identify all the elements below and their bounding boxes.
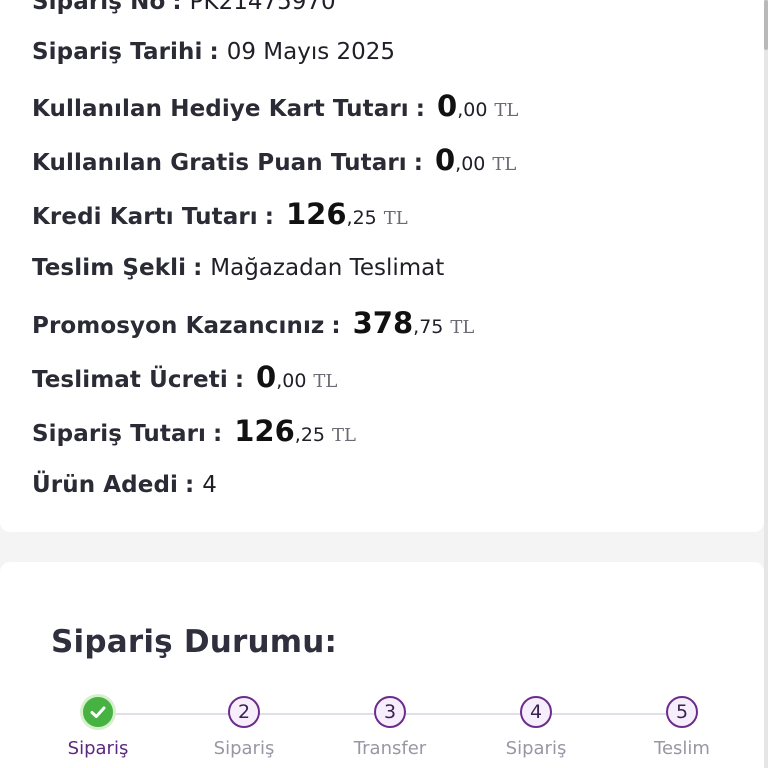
amount-decimal: ,25 bbox=[294, 424, 326, 446]
gift-card-amount-value: 0,00 TL bbox=[437, 91, 518, 126]
order-date-row: Sipariş Tarihi : 09 Mayıs 2025 bbox=[32, 37, 395, 67]
delivery-method-value: Mağazadan Teslimat bbox=[210, 255, 445, 281]
separator: : bbox=[264, 204, 274, 230]
delivery-fee-label: Teslimat Ücreti bbox=[32, 367, 228, 393]
amount-decimal: ,00 bbox=[457, 99, 488, 121]
step-number-badge: 5 bbox=[666, 696, 698, 728]
page-scrollbar[interactable] bbox=[764, 0, 768, 768]
separator: : bbox=[185, 472, 195, 498]
amount-decimal: ,00 bbox=[276, 370, 307, 392]
amount-decimal: ,00 bbox=[455, 153, 486, 175]
status-step-4[interactable]: 4 Sipariş bbox=[466, 696, 606, 759]
status-step-5[interactable]: 5 Teslim bbox=[612, 696, 752, 759]
order-detail-page: Sipariş No : PK21475970 Sipariş Tarihi :… bbox=[0, 0, 768, 768]
amount-decimal: ,25 bbox=[346, 207, 377, 229]
gratis-points-amount-label: Kullanılan Gratis Puan Tutarı bbox=[32, 150, 407, 176]
gift-card-amount-label: Kullanılan Hediye Kart Tutarı bbox=[32, 96, 409, 122]
promotion-savings-label: Promosyon Kazancınız bbox=[32, 313, 325, 339]
separator: : bbox=[413, 150, 423, 176]
amount-currency: TL bbox=[494, 100, 519, 121]
credit-card-amount-row: Kredi Kartı Tutarı : 126,25 TL bbox=[32, 199, 408, 234]
order-status-title: Sipariş Durumu: bbox=[51, 624, 338, 660]
amount-integer: 126 bbox=[285, 197, 347, 231]
separator: : bbox=[213, 421, 223, 447]
amount-integer: 0 bbox=[437, 89, 458, 123]
delivery-method-row: Teslim Şekli : Mağazadan Teslimat bbox=[32, 253, 444, 283]
step-number-badge: 2 bbox=[228, 696, 260, 728]
check-icon bbox=[80, 694, 116, 730]
amount-integer: 0 bbox=[434, 143, 456, 177]
gratis-points-amount-value: 0,00 TL bbox=[435, 145, 516, 180]
item-count-label: Ürün Adedi bbox=[32, 472, 178, 498]
item-count-row: Ürün Adedi : 4 bbox=[32, 470, 217, 500]
amount-integer: 126 bbox=[234, 414, 295, 448]
credit-card-amount-value: 126,25 TL bbox=[286, 199, 408, 234]
amount-currency: TL bbox=[383, 208, 408, 229]
delivery-fee-value: 0,00 TL bbox=[256, 362, 337, 397]
status-step-label: Transfer bbox=[353, 738, 427, 759]
status-step-3[interactable]: 3 Transfer bbox=[320, 696, 460, 759]
separator: : bbox=[234, 367, 245, 393]
order-date-label: Sipariş Tarihi bbox=[32, 39, 203, 65]
separator: : bbox=[415, 96, 425, 122]
delivery-fee-row: Teslimat Ücreti : 0,00 TL bbox=[32, 362, 337, 397]
delivery-method-label: Teslim Şekli bbox=[32, 255, 187, 281]
status-step-label: Sipariş bbox=[505, 738, 567, 759]
scrollbar-thumb[interactable] bbox=[764, 0, 768, 50]
order-number-label: Sipariş No bbox=[32, 0, 166, 15]
status-step-label: Sipariş bbox=[67, 738, 129, 759]
gift-card-amount-row: Kullanılan Hediye Kart Tutarı : 0,00 TL bbox=[32, 91, 518, 126]
order-status-card: Sipariş Durumu: Sipariş 2 Sipariş 3 Tran… bbox=[0, 562, 764, 768]
amount-currency: TL bbox=[332, 425, 356, 446]
order-total-value: 126,25 TL bbox=[234, 416, 356, 451]
amount-currency: TL bbox=[313, 371, 338, 392]
promotion-savings-row: Promosyon Kazancınız : 378,75 TL bbox=[32, 308, 474, 343]
check-icon-glyph bbox=[90, 706, 106, 718]
credit-card-amount-label: Kredi Kartı Tutarı bbox=[32, 204, 258, 230]
step-number-badge: 4 bbox=[520, 696, 552, 728]
promotion-savings-value: 378,75 TL bbox=[353, 308, 475, 343]
amount-decimal: ,75 bbox=[413, 316, 444, 338]
order-date-value: 09 Mayıs 2025 bbox=[226, 39, 396, 65]
order-total-row: Sipariş Tutarı : 126,25 TL bbox=[32, 416, 356, 451]
separator: : bbox=[331, 313, 341, 339]
order-number-value: PK21475970 bbox=[189, 0, 336, 15]
status-step-2[interactable]: 2 Sipariş bbox=[174, 696, 314, 759]
separator: : bbox=[209, 39, 219, 65]
order-number-row: Sipariş No : PK21475970 bbox=[32, 0, 336, 17]
order-info-card: Sipariş No : PK21475970 Sipariş Tarihi :… bbox=[0, 0, 764, 532]
amount-currency: TL bbox=[492, 154, 517, 175]
amount-currency: TL bbox=[450, 317, 475, 338]
status-step-1[interactable]: Sipariş bbox=[28, 694, 168, 759]
status-step-label: Teslim bbox=[654, 738, 710, 759]
gratis-points-amount-row: Kullanılan Gratis Puan Tutarı : 0,00 TL bbox=[32, 145, 516, 180]
amount-integer: 0 bbox=[256, 360, 277, 394]
step-number-badge: 3 bbox=[374, 696, 406, 728]
separator: : bbox=[193, 255, 203, 281]
order-total-label: Sipariş Tutarı bbox=[32, 421, 207, 447]
status-step-label: Sipariş bbox=[213, 738, 275, 759]
item-count-value: 4 bbox=[202, 472, 217, 498]
amount-integer: 378 bbox=[352, 306, 414, 340]
separator: : bbox=[172, 0, 182, 15]
